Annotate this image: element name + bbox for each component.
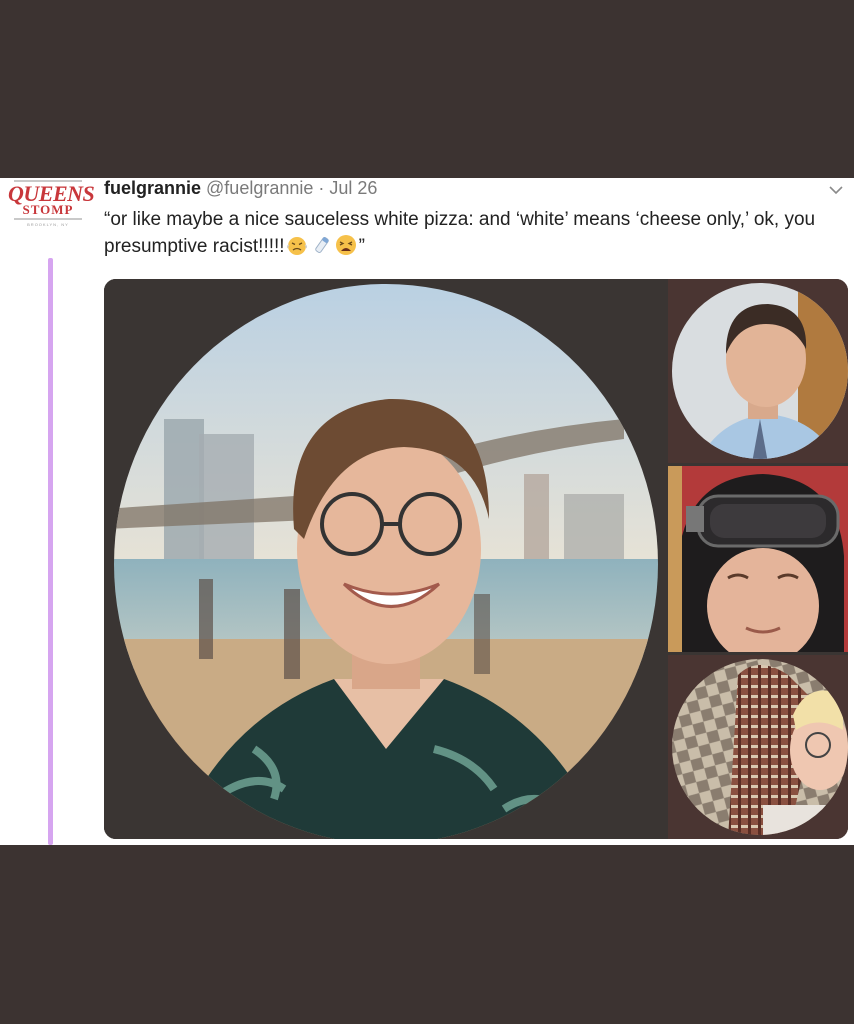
tweet-text: “or like maybe a nice sauceless white pi… — [104, 206, 834, 260]
main-photo-illustration — [104, 279, 666, 839]
person-patterned-jacket-glasses-photo[interactable] — [668, 655, 848, 839]
chevron-down-icon[interactable] — [828, 182, 844, 198]
side-photo-2-illustration — [668, 466, 848, 664]
tweet-header: fuelgrannie @fuelgrannie · Jul 26 — [104, 178, 377, 199]
milk-bottle-icon — [314, 237, 329, 253]
media-side-column — [668, 279, 848, 839]
account-avatar-logo[interactable]: QUEENS STOMP BROOKLYN, NY — [8, 178, 95, 244]
man-blue-shirt-tie-photo[interactable] — [668, 279, 848, 463]
display-name[interactable]: fuelgrannie — [104, 178, 201, 198]
meta-separator: · — [318, 178, 325, 198]
side-photo-1-illustration — [668, 279, 848, 463]
tired-face-icon — [335, 235, 356, 255]
tweet-body-text: “or like maybe a nice sauceless white pi… — [104, 209, 816, 257]
logo-text-queens: QUEENS — [8, 181, 95, 206]
smiling-man-glasses-bridge-photo[interactable] — [104, 279, 666, 839]
logo-text-location: BROOKLYN, NY — [27, 222, 69, 227]
tweet-date[interactable]: Jul 26 — [329, 178, 377, 198]
user-handle[interactable]: @fuelgrannie — [206, 178, 313, 198]
media-grid — [104, 279, 848, 839]
tweet-card: QUEENS STOMP BROOKLYN, NY fuelgrannie @f… — [0, 178, 854, 845]
steaming-angry-face-icon — [286, 237, 307, 255]
closing-quote: ” — [358, 236, 365, 257]
logo-rule-bottom — [14, 218, 82, 220]
side-photo-3-illustration — [668, 655, 848, 839]
thread-connector-line — [48, 258, 53, 845]
man-ski-helmet-goggles-photo[interactable] — [668, 466, 848, 664]
